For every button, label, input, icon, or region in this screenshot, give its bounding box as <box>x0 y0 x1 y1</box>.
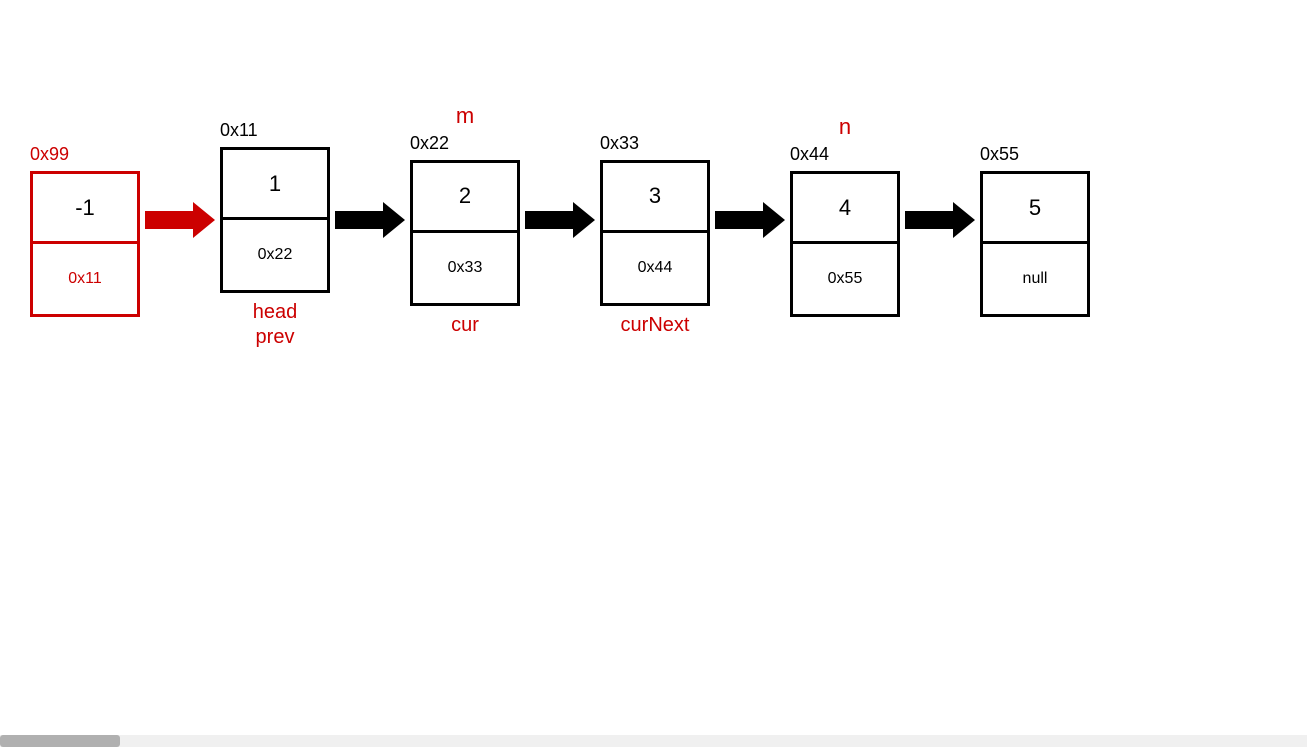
node-0x99-box: -1 0x11 <box>30 171 140 317</box>
arrow-body-1 <box>145 211 193 229</box>
node-0x55-box: 5 null <box>980 171 1090 317</box>
node-0x44-label-top: n <box>839 114 851 140</box>
arrow-head-4 <box>763 202 785 238</box>
node-0x11-label-prev: prev <box>256 326 295 349</box>
node-0x11-labels: head prev <box>253 301 298 349</box>
node-0x44-box: 4 0x55 <box>790 171 900 317</box>
arrow-head-2 <box>383 202 405 238</box>
node-0x44: n 0x44 4 0x55 <box>790 144 900 325</box>
node-0x22: m 0x22 2 0x33 cur <box>410 133 520 337</box>
node-0x11: 0x11 1 0x22 head prev <box>220 120 330 349</box>
node-0x22-label-top: m <box>456 103 474 129</box>
arrow-shape-3 <box>525 202 595 238</box>
node-0x33-box: 3 0x44 <box>600 160 710 306</box>
node-0x99-val: -1 <box>33 174 137 244</box>
node-0x55-next: null <box>983 244 1087 314</box>
node-0x11-next: 0x22 <box>223 220 327 290</box>
arrow-body-2 <box>335 211 383 229</box>
arrow-body-3 <box>525 211 573 229</box>
node-0x33-val: 3 <box>603 163 707 233</box>
arrow-2 <box>330 202 410 268</box>
node-0x33-labels: curNext <box>621 314 690 337</box>
arrow-body-4 <box>715 211 763 229</box>
scrollbar-thumb[interactable] <box>0 735 120 747</box>
node-0x33-label-curnext: curNext <box>621 314 690 337</box>
arrow-shape-4 <box>715 202 785 238</box>
node-0x22-val: 2 <box>413 163 517 233</box>
node-0x22-labels: cur <box>451 314 479 337</box>
node-0x55: 0x55 5 null <box>980 144 1090 325</box>
arrow-shape-5 <box>905 202 975 238</box>
node-0x33: 0x33 3 0x44 curNext <box>600 133 710 337</box>
arrow-3 <box>520 202 600 268</box>
arrow-4 <box>710 202 790 268</box>
node-0x33-next: 0x44 <box>603 233 707 303</box>
node-0x11-box: 1 0x22 <box>220 147 330 293</box>
node-0x11-label-head: head <box>253 301 298 324</box>
linked-list-diagram: 0x99 -1 0x11 0x11 1 0x22 head prev <box>30 120 1090 349</box>
arrow-shape-2 <box>335 202 405 238</box>
node-0x44-val: 4 <box>793 174 897 244</box>
arrow-shape-1 <box>145 202 215 238</box>
arrow-5 <box>900 202 980 268</box>
arrow-head-3 <box>573 202 595 238</box>
scrollbar[interactable] <box>0 735 1307 747</box>
node-0x44-addr: 0x44 <box>790 144 829 165</box>
node-0x22-addr: 0x22 <box>410 133 449 154</box>
node-0x22-box: 2 0x33 <box>410 160 520 306</box>
node-0x99: 0x99 -1 0x11 <box>30 144 140 325</box>
arrow-1 <box>140 202 220 268</box>
arrow-head-1 <box>193 202 215 238</box>
node-0x55-addr: 0x55 <box>980 144 1019 165</box>
node-0x33-addr: 0x33 <box>600 133 639 154</box>
node-0x22-next: 0x33 <box>413 233 517 303</box>
node-0x99-next: 0x11 <box>33 244 137 314</box>
arrow-body-5 <box>905 211 953 229</box>
arrow-head-5 <box>953 202 975 238</box>
node-0x99-addr: 0x99 <box>30 144 69 165</box>
node-0x22-label-cur: cur <box>451 314 479 337</box>
node-0x11-val: 1 <box>223 150 327 220</box>
node-0x11-addr: 0x11 <box>220 120 258 141</box>
node-0x44-next: 0x55 <box>793 244 897 314</box>
node-0x55-val: 5 <box>983 174 1087 244</box>
